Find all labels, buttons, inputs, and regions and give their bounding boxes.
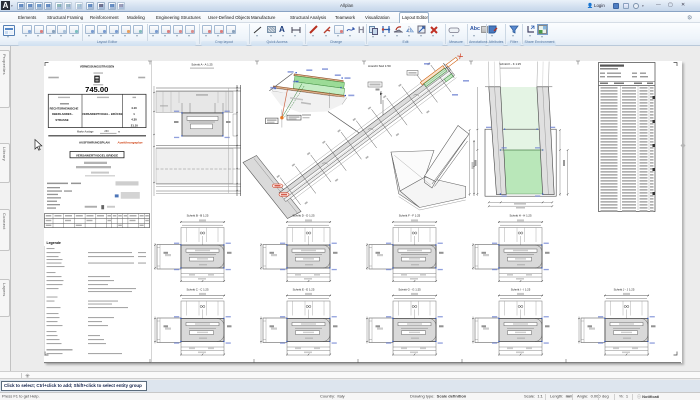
svg-text:VERSAWERTVOGEL BRIDGE: VERSAWERTVOGEL BRIDGE [76,154,118,158]
svg-text:RECHTSRHEINISCHE: RECHTSRHEINISCHE [50,107,79,111]
svg-text:Marke Auslage: Marke Auslage [77,131,94,134]
svg-text:Legende: Legende [47,241,61,245]
svg-text:Schnitt B - B 1:25: Schnitt B - B 1:25 [187,214,209,218]
svg-text:OBERLANDES -: OBERLANDES - [52,112,73,116]
svg-text:Schnitt F - F 1:25: Schnitt F - F 1:25 [399,214,421,218]
svg-text:VERSAWERTVOGEL - BRÜCKE: VERSAWERTVOGEL - BRÜCKE [82,112,122,116]
svg-text:Schnitt I - I 1:25: Schnitt I - I 1:25 [511,288,531,292]
svg-text:Schnitt H - H 1:25: Schnitt H - H 1:25 [509,214,532,218]
svg-text:1: 1 [133,112,135,116]
svg-text:Ansicht Süd 1:50: Ansicht Süd 1:50 [368,64,391,68]
svg-text:Schnitt E - E 1:25: Schnitt E - E 1:25 [293,288,315,292]
svg-text:Schnitt G - G 1:25: Schnitt G - G 1:25 [398,288,421,292]
svg-text:Schnitt C - C 1:25: Schnitt C - C 1:25 [186,288,209,292]
svg-text:AUSFÜHRUNGSPLAN: AUSFÜHRUNGSPLAN [79,139,110,144]
svg-text:Schnitt J - J 1:25: Schnitt J - J 1:25 [614,288,635,292]
svg-text:Schnitt D - D 1:25: Schnitt D - D 1:25 [292,214,315,218]
svg-text:VERMESSUNGSSTRASSEN: VERMESSUNGSSTRASSEN [80,65,114,69]
svg-text:STRASSE: STRASSE [55,118,68,122]
svg-text:4.30: 4.30 [131,118,137,122]
svg-text:Ausführungsplan: Ausführungsplan [117,140,143,144]
svg-text:4.10: 4.10 [131,106,137,110]
svg-text:m: m [118,131,120,134]
svg-text:745.00: 745.00 [85,85,108,94]
svg-text:Schnitt A - A 1:25: Schnitt A - A 1:25 [191,63,213,67]
svg-text:230: 230 [104,130,109,133]
svg-text:Schnitt K - K 1:25: Schnitt K - K 1:25 [499,62,521,66]
svg-text:21.10: 21.10 [131,124,138,128]
